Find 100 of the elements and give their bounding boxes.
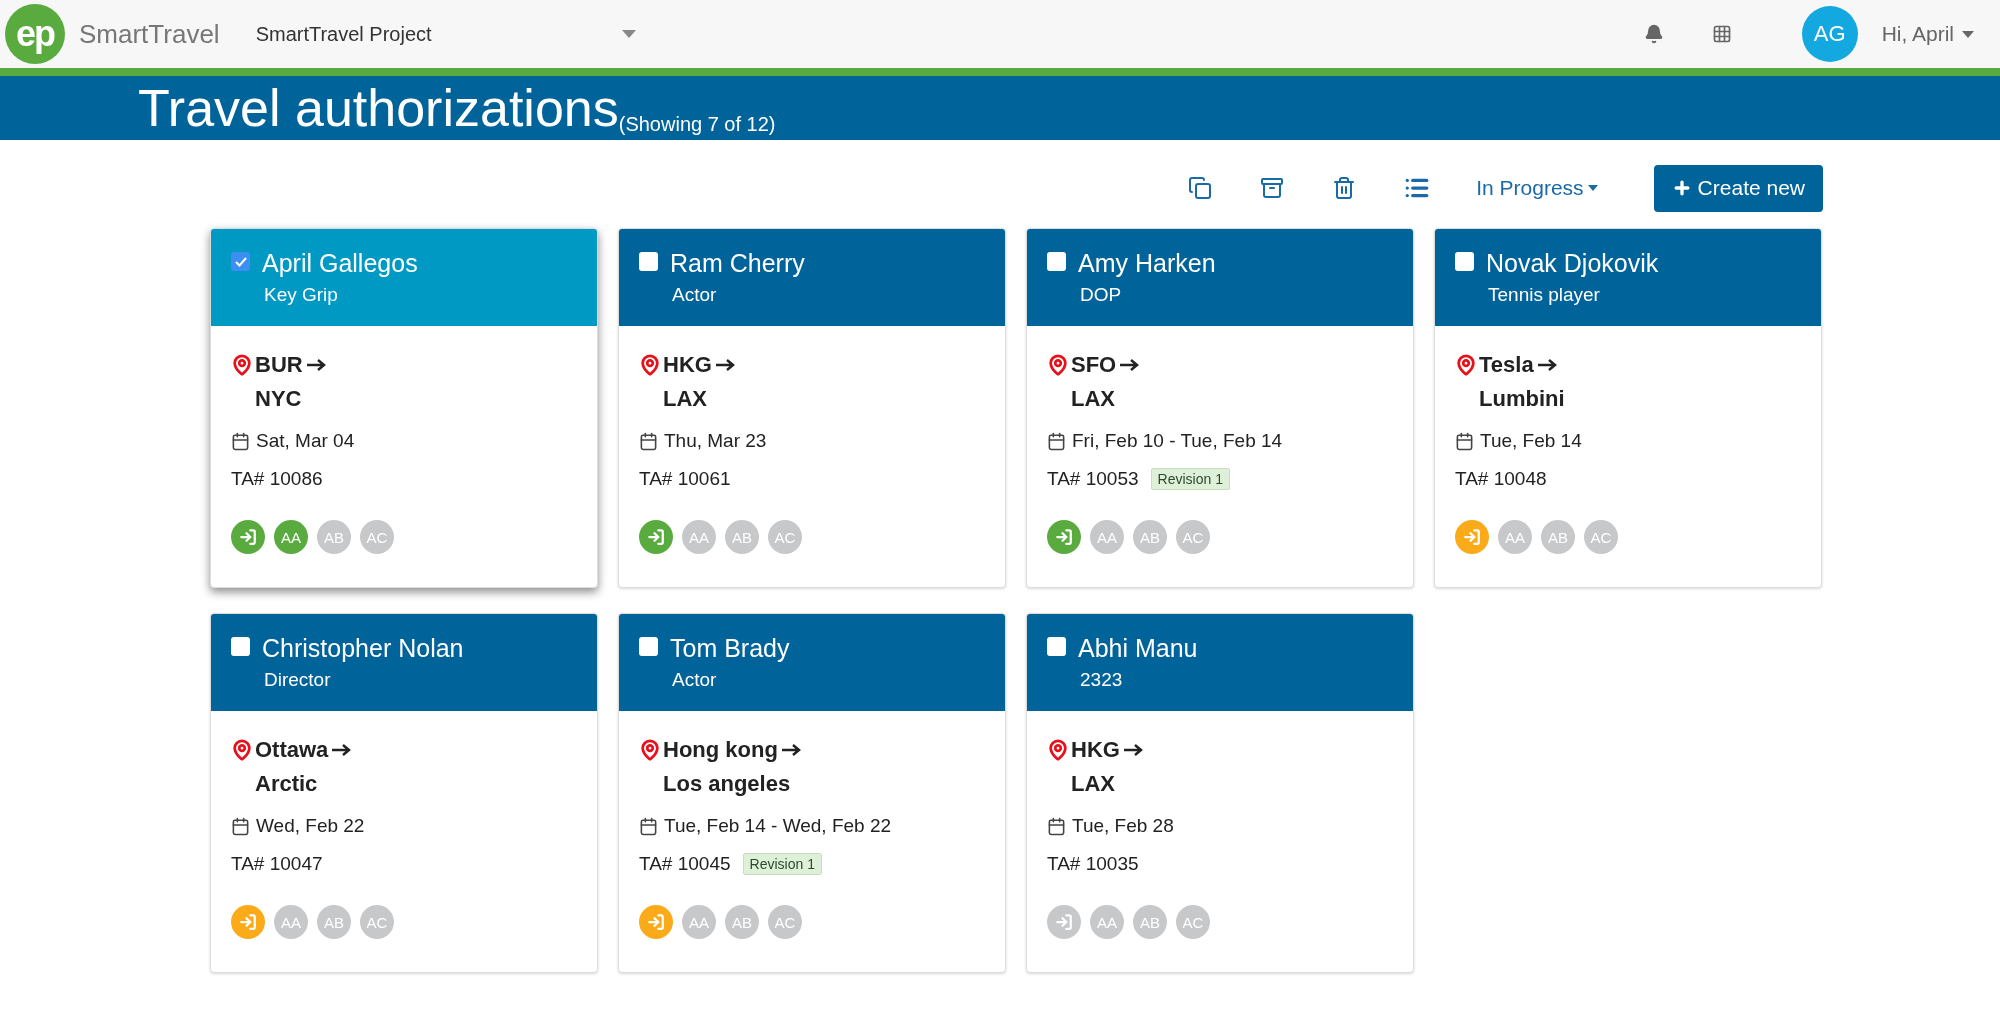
app-name: SmartTravel [79, 18, 220, 50]
travel-dates: Wed, Feb 22 [256, 815, 365, 837]
map-pin-icon [231, 739, 253, 761]
travel-dates: Tue, Feb 14 - Wed, Feb 22 [664, 815, 892, 837]
traveler-name: Abhi Manu [1078, 634, 1198, 663]
checkbox[interactable] [231, 637, 250, 656]
page-title: Travel authorizations [138, 78, 619, 139]
checkbox[interactable] [1047, 637, 1066, 656]
calendar-icon [1047, 816, 1066, 836]
traveler-name: Novak Djokovik [1486, 249, 1659, 278]
travel-dates: Sat, Mar 04 [256, 430, 355, 452]
caret-icon [1587, 185, 1598, 191]
revision-badge: Revision 1 [1150, 468, 1230, 490]
map-pin-icon [639, 354, 661, 376]
arrow-right-icon [781, 744, 802, 756]
user-menu[interactable]: Hi, April [1875, 21, 1980, 47]
project-dropdown[interactable]: SmartTravel Project [255, 22, 636, 46]
approver-badge: AB [317, 905, 351, 939]
ta-number: TA# 10061 [639, 468, 731, 490]
approver-badge: AA [274, 520, 308, 554]
caret-icon [621, 30, 636, 38]
approver-badge: AA [1498, 520, 1532, 554]
map-pin-icon [1047, 354, 1069, 376]
calendar-icon [639, 816, 658, 836]
origin: HKG [663, 351, 712, 379]
approver-badge: AB [1541, 520, 1575, 554]
approver-badge: AC [1176, 905, 1210, 939]
calendar-icon [1047, 431, 1066, 451]
checkbox[interactable] [639, 637, 658, 656]
traveler-name: Ram Cherry [670, 249, 805, 278]
origin: Tesla [1479, 351, 1534, 379]
ta-number: TA# 10053 [1047, 468, 1139, 490]
ta-number: TA# 10035 [1047, 853, 1139, 875]
travel-dates: Tue, Feb 14 [1480, 430, 1582, 452]
destination: Arctic [255, 770, 319, 798]
checkmark-icon [234, 256, 247, 267]
arrow-right-icon [1537, 359, 1558, 371]
travel-card[interactable]: Amy Harken DOP SFO LAX Fri, Feb 10 - Tue, Feb 14 TA# 10053 Revision 1 AA AB AC [1026, 228, 1414, 588]
map-pin-icon [231, 354, 253, 376]
approver-badge: AC [360, 520, 394, 554]
result-count: (Showing 7 of 12) [618, 113, 776, 136]
approver-badge: AA [1090, 520, 1124, 554]
origin: Hong kong [663, 736, 778, 764]
checkbox[interactable] [639, 252, 658, 271]
arrow-right-icon [1123, 744, 1144, 756]
status-filter-dropdown[interactable]: In Progress [1470, 175, 1604, 201]
approver-badge: AB [725, 905, 759, 939]
approver-badge: AB [725, 520, 759, 554]
revision-badge: Revision 1 [742, 853, 822, 875]
travel-card[interactable]: Christopher Nolan Director Ottawa Arctic Wed, Feb 22 TA# 10047 AA AB AC [210, 613, 598, 973]
travel-card[interactable]: Novak Djokovik Tennis player Tesla Lumbini Tue, Feb 14 TA# 10048 AA AB AC [1434, 228, 1822, 588]
arrow-right-icon [332, 744, 353, 756]
create-new-button[interactable]: Create new [1653, 164, 1823, 212]
approver-badge: AC [768, 520, 802, 554]
approver-badge: AA [682, 905, 716, 939]
ta-number: TA# 10045 [639, 853, 731, 875]
travel-card[interactable]: Tom Brady Actor Hong kong Los angeles Tue, Feb 14 - Wed, Feb 22 TA# 10045 Revision 1 AA AB AC [618, 613, 1006, 973]
traveler-role: Actor [672, 284, 718, 306]
travel-dates: Fri, Feb 10 - Tue, Feb 14 [1072, 430, 1283, 452]
origin: HKG [1071, 736, 1120, 764]
approver-badge: AC [768, 905, 802, 939]
traveler-name: Amy Harken [1078, 249, 1216, 278]
arrow-right-icon [715, 359, 736, 371]
approver-badge: AA [682, 520, 716, 554]
calendar-icon [639, 431, 658, 451]
map-pin-icon [1047, 739, 1069, 761]
travel-card[interactable]: Abhi Manu 2323 HKG LAX Tue, Feb 28 TA# 10035 AA AB AC [1026, 613, 1414, 973]
approver-badge: AA [274, 905, 308, 939]
destination: NYC [255, 385, 303, 413]
approver-badge: AC [1176, 520, 1210, 554]
origin: BUR [255, 351, 303, 379]
travel-card[interactable]: Ram Cherry Actor HKG LAX Thu, Mar 23 TA# 10061 AA AB AC [618, 228, 1006, 588]
approver-badge: AC [1584, 520, 1618, 554]
traveler-role: DOP [1080, 284, 1123, 306]
destination: Lumbini [1479, 385, 1566, 413]
traveler-role: Tennis player [1488, 284, 1601, 306]
arrow-right-icon [306, 359, 327, 371]
traveler-role: Director [264, 669, 332, 691]
ta-number: TA# 10048 [1455, 468, 1547, 490]
checkbox[interactable] [1047, 252, 1066, 271]
traveler-name: Tom Brady [670, 634, 790, 663]
traveler-role: 2323 [1080, 669, 1124, 691]
traveler-name: Christopher Nolan [262, 634, 464, 663]
destination: Los angeles [663, 770, 792, 798]
checkbox[interactable] [231, 252, 250, 271]
map-pin-icon [639, 739, 661, 761]
destination: LAX [663, 385, 708, 413]
origin: Ottawa [255, 736, 329, 764]
travel-card[interactable]: April Gallegos Key Grip BUR NYC Sat, Mar 04 TA# 10086 AA AB AC [210, 228, 598, 588]
travel-dates: Thu, Mar 23 [664, 430, 767, 452]
logo: ep [5, 4, 65, 64]
checkbox[interactable] [1455, 252, 1474, 271]
map-pin-icon [1455, 354, 1477, 376]
calendar-icon [231, 816, 250, 836]
destination: LAX [1071, 770, 1116, 798]
origin: SFO [1071, 351, 1117, 379]
approver-badge: AB [1133, 905, 1167, 939]
ta-number: TA# 10086 [231, 468, 323, 490]
travel-dates: Tue, Feb 28 [1072, 815, 1174, 837]
approver-badge: AB [1133, 520, 1167, 554]
